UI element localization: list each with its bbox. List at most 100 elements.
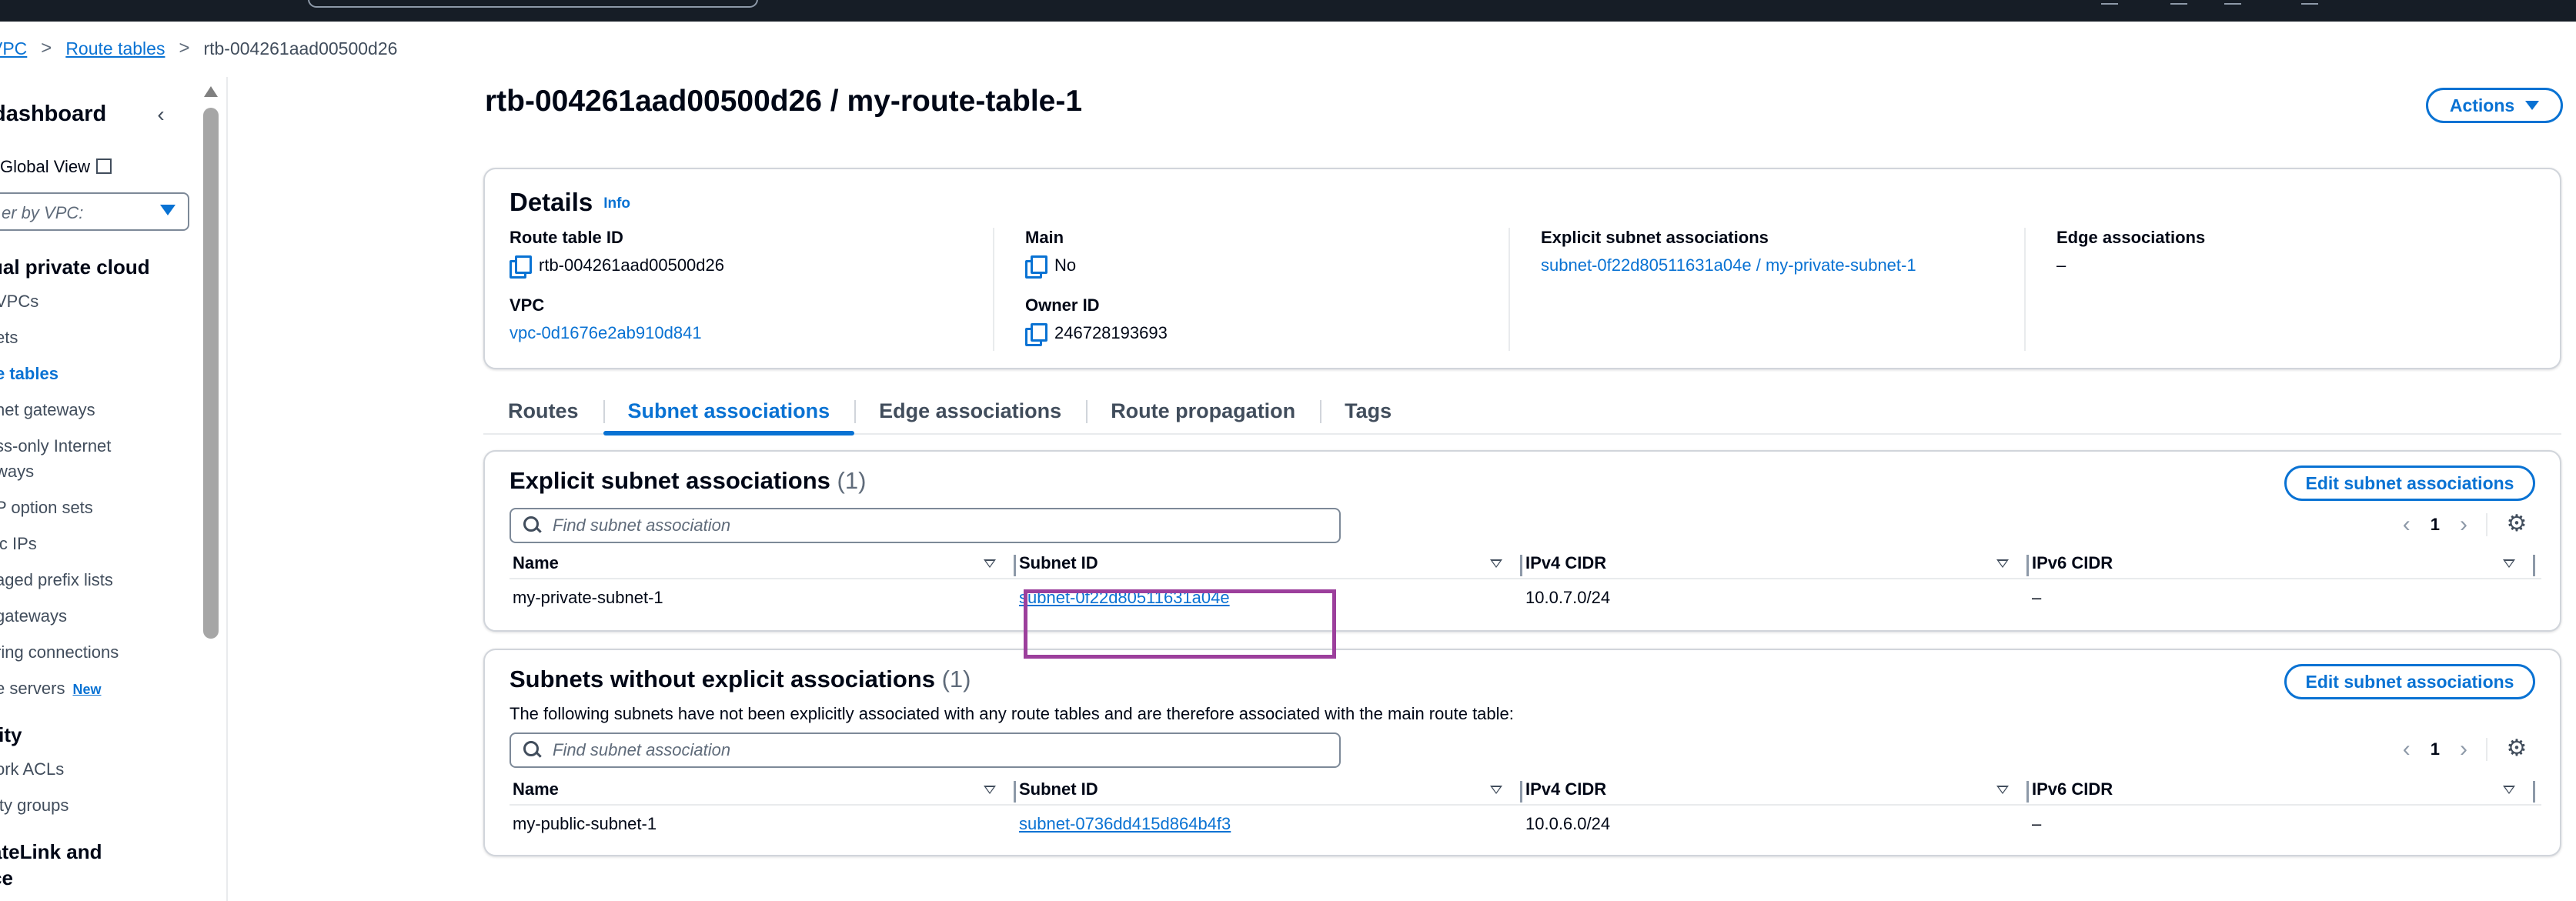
sidebar-item-egress-only-internet-gateways[interactable]: ss-only Internet <box>0 435 111 457</box>
sidebar-section-privatelink-line2[interactable]: ce <box>0 866 13 890</box>
sort-icon[interactable] <box>2503 786 2515 794</box>
next-page-icon[interactable]: › <box>2460 738 2467 761</box>
search-input[interactable] <box>553 740 1328 760</box>
copy-icon[interactable] <box>510 255 532 279</box>
sidebar-item-network-acls[interactable]: ork ACLs <box>0 759 64 780</box>
page-title: rtb-004261aad00500d26 / my-route-table-1 <box>485 85 1083 118</box>
vpc-link[interactable]: vpc-0d1676e2ab910d841 <box>510 323 702 343</box>
sidebar-section-virtual-private-cloud[interactable]: ual private cloud <box>0 255 150 279</box>
sidebar-item-vpcs[interactable]: VPCs <box>0 291 38 312</box>
sort-icon[interactable] <box>2503 559 2515 568</box>
previous-page-icon[interactable]: ‹ <box>2403 738 2411 761</box>
help-icon[interactable] <box>2170 0 2187 5</box>
breadcrumb-separator-icon: > <box>179 38 190 58</box>
sidebar-item-global-view[interactable]: Global View <box>0 157 112 177</box>
sidebar-item-managed-prefix-lists[interactable]: aged prefix lists <box>0 569 113 591</box>
sidebar-scrollbar[interactable] <box>202 77 220 901</box>
sidebar-item-nat-gateways[interactable]: gateways <box>0 606 67 627</box>
column-header-subnet-id[interactable]: Subnet ID <box>1016 553 1522 578</box>
find-subnet-association-search[interactable] <box>510 732 1341 768</box>
settings-icon[interactable] <box>2224 0 2241 5</box>
column-divider[interactable] <box>2533 555 2535 576</box>
sidebar-item-security-groups[interactable]: ity groups <box>0 795 68 816</box>
scrollbar-thumb[interactable] <box>203 108 219 639</box>
sort-icon[interactable] <box>1490 786 1502 794</box>
search-input[interactable] <box>553 516 1328 536</box>
column-divider[interactable] <box>2533 781 2535 803</box>
breadcrumb-route-tables-link[interactable]: Route tables <box>65 38 165 59</box>
sidebar-section-security[interactable]: rity <box>0 723 22 747</box>
global-search-input[interactable] <box>308 0 758 8</box>
tab-subnet-associations[interactable]: Subnet associations <box>603 389 855 435</box>
find-subnet-association-search[interactable] <box>510 508 1341 543</box>
cell-ipv4-cidr: 10.0.7.0/24 <box>1525 588 1611 607</box>
sidebar-collapse-icon[interactable]: ‹ <box>151 103 171 126</box>
actions-label: Actions <box>2449 95 2515 115</box>
tabs: Routes Subnet associations Edge associat… <box>483 389 2561 435</box>
sort-icon[interactable] <box>1996 786 2009 794</box>
column-header-ipv6-cidr[interactable]: IPv6 CIDR <box>2029 553 2535 578</box>
actions-button[interactable]: Actions <box>2426 88 2563 123</box>
breadcrumb-vpc-link[interactable]: VPC <box>0 38 27 59</box>
page-number[interactable]: 1 <box>2431 739 2440 759</box>
main-label: Main <box>1025 228 1064 247</box>
vpc-filter-select[interactable]: er by VPC: <box>0 192 189 231</box>
table-row: my-public-subnet-1 subnet-0736dd415d864b… <box>510 807 2541 841</box>
owner-id-value: 246728193693 <box>1054 323 1168 342</box>
owner-id-label: Owner ID <box>1025 295 1100 315</box>
next-page-icon[interactable]: › <box>2460 513 2467 536</box>
tab-tags[interactable]: Tags <box>1320 389 1416 432</box>
sidebar-item-internet-gateways[interactable]: net gateways <box>0 399 95 421</box>
gear-icon[interactable]: ⚙ <box>2506 737 2528 760</box>
explicit-subnet-associations-link[interactable]: subnet-0f22d80511631a04e / my-private-su… <box>1541 255 1916 275</box>
column-header-ipv4-cidr[interactable]: IPv4 CIDR <box>1522 779 2029 804</box>
edit-subnet-associations-button[interactable]: Edit subnet associations <box>2284 664 2535 699</box>
column-header-ipv6-cidr[interactable]: IPv6 CIDR <box>2029 779 2535 804</box>
sort-icon[interactable] <box>984 786 996 794</box>
pagination: ‹ 1 › <box>2403 738 2467 761</box>
sidebar-item-subnets[interactable]: ets <box>0 327 18 349</box>
tab-edge-associations[interactable]: Edge associations <box>854 389 1086 432</box>
scroll-up-icon[interactable] <box>204 86 218 97</box>
page-number[interactable]: 1 <box>2431 515 2440 535</box>
column-header-name[interactable]: Name <box>510 779 1016 804</box>
sidebar: dashboard ‹ Global View er by VPC: ual p… <box>0 77 228 901</box>
sort-icon[interactable] <box>984 559 996 568</box>
subnet-id-link[interactable]: subnet-0736dd415d864b4f3 <box>1019 814 1231 833</box>
sidebar-item-dhcp-option-sets[interactable]: P option sets <box>0 497 93 519</box>
copy-icon[interactable] <box>1025 323 1047 346</box>
notifications-icon[interactable] <box>2101 0 2118 5</box>
sidebar-item-peering-connections[interactable]: ring connections <box>0 642 119 663</box>
sidebar-item-route-tables[interactable]: e tables <box>0 363 58 385</box>
column-header-ipv4-cidr[interactable]: IPv4 CIDR <box>1522 553 2029 578</box>
details-panel: Details Info Route table ID rtb-004261aad… <box>483 168 2561 369</box>
sidebar-item-egress-only-internet-gateways-line2[interactable]: ways <box>0 461 34 482</box>
column-header-name[interactable]: Name <box>510 553 1016 578</box>
column-header-label: IPv6 CIDR <box>2032 553 2113 572</box>
sort-icon[interactable] <box>1490 559 1502 568</box>
column-header-label: IPv4 CIDR <box>1525 779 1607 799</box>
column-header-label: Name <box>513 553 559 572</box>
breadcrumb: VPC > Route tables > rtb-004261aad00500d… <box>0 35 397 62</box>
tab-routes[interactable]: Routes <box>483 389 603 432</box>
external-link-icon <box>96 159 112 174</box>
account-menu-icon[interactable] <box>2301 0 2318 5</box>
sidebar-section-privatelink[interactable]: ateLink and <box>0 840 102 864</box>
gear-icon[interactable]: ⚙ <box>2506 512 2528 536</box>
table-title: Subnets without explicit associations <box>510 666 935 692</box>
sort-icon[interactable] <box>1996 559 2009 568</box>
copy-icon[interactable] <box>1025 255 1047 279</box>
caret-down-icon <box>160 205 175 215</box>
info-link[interactable]: Info <box>603 195 630 212</box>
cell-name: my-private-subnet-1 <box>513 588 663 607</box>
breadcrumb-separator-icon: > <box>41 38 52 58</box>
main-value: No <box>1054 255 1077 275</box>
table-title: Explicit subnet associations <box>510 467 830 494</box>
previous-page-icon[interactable]: ‹ <box>2403 513 2411 536</box>
edit-subnet-associations-button[interactable]: Edit subnet associations <box>2284 466 2535 501</box>
tab-route-propagation[interactable]: Route propagation <box>1086 389 1320 432</box>
sidebar-title[interactable]: dashboard <box>0 102 106 127</box>
column-header-subnet-id[interactable]: Subnet ID <box>1016 779 1522 804</box>
sidebar-item-route-servers[interactable]: e servers New <box>0 678 102 700</box>
sidebar-item-elastic-ips[interactable]: ic IPs <box>0 533 37 555</box>
